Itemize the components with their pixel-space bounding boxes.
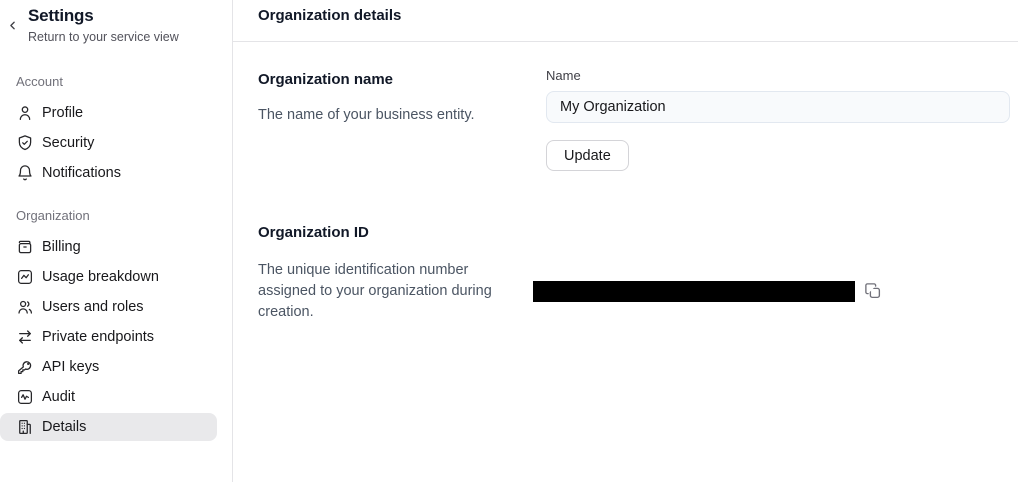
chart-icon: [16, 268, 34, 286]
sidebar-item-label: Users and roles: [42, 299, 144, 315]
account-nav: Profile Security Notifications: [0, 99, 232, 187]
sidebar-item-billing[interactable]: Billing: [0, 233, 217, 261]
organization-name-info: Organization name The name of your busin…: [258, 68, 546, 171]
organization-name-input[interactable]: [546, 91, 1010, 123]
sidebar-item-usage-breakdown[interactable]: Usage breakdown: [0, 263, 217, 291]
users-icon: [16, 298, 34, 316]
sidebar-item-label: Notifications: [42, 165, 121, 181]
settings-sidebar: Settings Return to your service view Acc…: [0, 0, 233, 482]
organization-name-section: Organization name The name of your busin…: [258, 68, 1010, 171]
arrows-left-right-icon: [16, 328, 34, 346]
sidebar-item-label: Details: [42, 419, 86, 435]
organization-id-value-redacted: [533, 281, 855, 302]
sidebar-item-label: Audit: [42, 389, 75, 405]
name-field-label: Name: [546, 68, 1010, 84]
copy-button[interactable]: [864, 282, 882, 300]
organization-name-heading: Organization name: [258, 71, 546, 88]
sidebar-item-audit[interactable]: Audit: [0, 383, 217, 411]
page-title: Organization details: [258, 7, 1018, 24]
sidebar-item-details[interactable]: Details: [0, 413, 217, 441]
copy-icon: [864, 282, 882, 300]
sidebar-item-label: API keys: [42, 359, 99, 375]
key-icon: [16, 358, 34, 376]
sidebar-title: Settings: [28, 5, 232, 27]
update-button[interactable]: Update: [546, 140, 629, 171]
organization-id-description: The unique identification number assigne…: [258, 260, 508, 323]
sidebar-header: Settings Return to your service view: [0, 5, 232, 45]
sidebar-item-users-and-roles[interactable]: Users and roles: [0, 293, 217, 321]
wallet-icon: [16, 238, 34, 256]
user-icon: [16, 104, 34, 122]
sidebar-item-private-endpoints[interactable]: Private endpoints: [0, 323, 217, 351]
sidebar-item-label: Private endpoints: [42, 329, 154, 345]
organization-id-value-row: [533, 259, 882, 323]
sidebar-item-profile[interactable]: Profile: [0, 99, 217, 127]
sidebar-item-label: Usage breakdown: [42, 269, 159, 285]
organization-name-form: Name Update: [546, 68, 1010, 171]
details-content: Organization name The name of your busin…: [233, 42, 1018, 323]
main-header: Organization details: [233, 0, 1018, 42]
sidebar-subtitle: Return to your service view: [28, 29, 232, 45]
section-label-organization: Organization: [16, 208, 216, 224]
back-button[interactable]: [3, 16, 21, 34]
sidebar-item-label: Security: [42, 135, 94, 151]
organization-nav: Billing Usage breakdown Users and roles …: [0, 233, 232, 441]
sidebar-item-notifications[interactable]: Notifications: [0, 159, 217, 187]
sidebar-item-api-keys[interactable]: API keys: [0, 353, 217, 381]
organization-id-info: Organization ID The unique identificatio…: [258, 221, 533, 323]
bell-icon: [16, 164, 34, 182]
section-label-account: Account: [16, 74, 216, 90]
settings-page: Settings Return to your service view Acc…: [0, 0, 1018, 482]
sidebar-item-security[interactable]: Security: [0, 129, 217, 157]
sidebar-item-label: Billing: [42, 239, 81, 255]
activity-square-icon: [16, 388, 34, 406]
organization-id-heading: Organization ID: [258, 224, 533, 241]
chevron-left-icon: [6, 19, 19, 32]
building-icon: [16, 418, 34, 436]
organization-id-section: Organization ID The unique identificatio…: [258, 221, 1010, 323]
main-content: Organization details Organization name T…: [233, 0, 1018, 482]
shield-check-icon: [16, 134, 34, 152]
sidebar-item-label: Profile: [42, 105, 83, 121]
organization-name-description: The name of your business entity.: [258, 105, 546, 126]
